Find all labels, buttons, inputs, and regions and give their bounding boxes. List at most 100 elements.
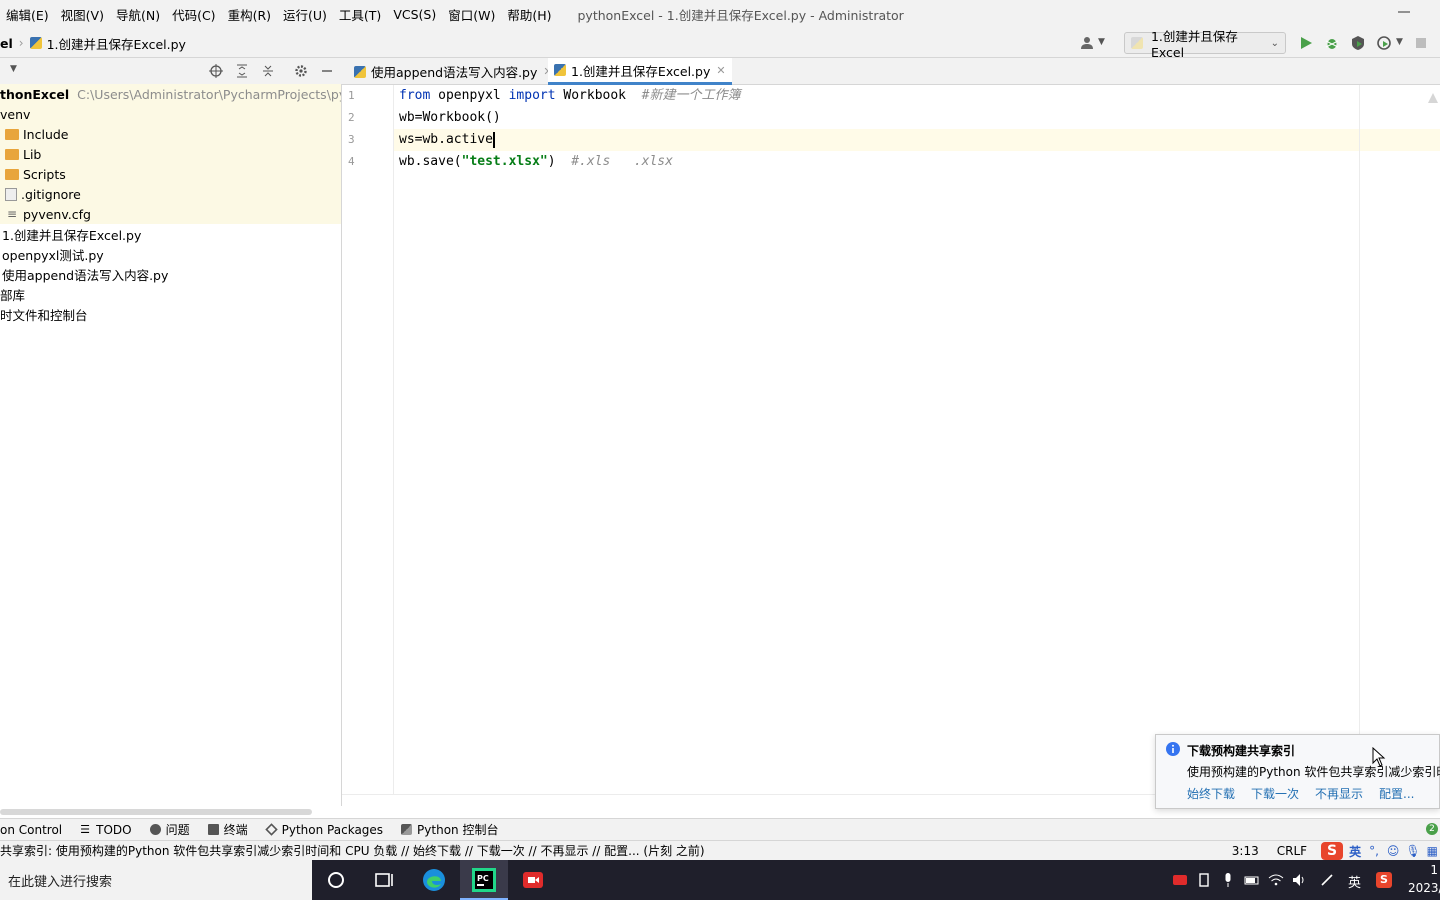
menu-edit[interactable]: 编辑(E): [0, 5, 55, 24]
hide-panel-icon[interactable]: [320, 64, 334, 78]
code-text: wb.save(: [399, 154, 462, 169]
tree-item-scripts[interactable]: Scripts: [0, 164, 341, 184]
run-configuration-label: 1.创建并且保存Excel: [1150, 29, 1238, 60]
warning-icon[interactable]: [1428, 93, 1438, 103]
run-configuration-select[interactable]: 1.创建并且保存Excel ⌄: [1124, 29, 1286, 60]
download-once-link[interactable]: 下载一次: [1251, 785, 1299, 802]
line-separator[interactable]: CRLF: [1277, 844, 1307, 858]
tool-todo[interactable]: ☰ TODO: [80, 823, 131, 837]
status-message[interactable]: 共享索引: 使用预构建的Python 软件包共享索引减少索引时间和 CPU 负载…: [0, 842, 705, 859]
recorder-tray-icon[interactable]: [1172, 872, 1188, 888]
run-icon[interactable]: [1298, 35, 1314, 51]
tool-problems[interactable]: 问题: [149, 821, 190, 838]
expand-all-icon[interactable]: [235, 64, 249, 78]
menu-help[interactable]: 帮助(H): [501, 5, 557, 24]
task-view-icon[interactable]: [372, 868, 396, 892]
tree-item-pyvenv[interactable]: ≡ pyvenv.cfg: [0, 204, 341, 224]
tree-item-external-libraries[interactable]: 部库: [0, 284, 25, 304]
profile-icon[interactable]: [1376, 35, 1392, 51]
cortana-icon[interactable]: [324, 868, 348, 892]
tab-create-excel-file[interactable]: 1.创建并且保存Excel.py ✕: [548, 58, 732, 85]
breadcrumb-project[interactable]: el: [0, 36, 13, 51]
close-icon[interactable]: ✕: [716, 64, 725, 77]
menu-vcs[interactable]: VCS(S): [387, 7, 442, 22]
tab-label: 使用append语法写入内容.py: [371, 65, 538, 80]
pen-icon[interactable]: [1319, 872, 1335, 888]
code-comment: #.xls .xlsx: [571, 154, 673, 169]
code-text: ws=wb.active: [399, 132, 493, 147]
notification-balloon: 下载预构建共享索引 使用预构建的Python 软件包共享索引减少索引时间 始终下…: [1155, 734, 1440, 809]
scrollbar-thumb[interactable]: [0, 809, 312, 815]
python-file-icon: [29, 37, 42, 49]
pycharm-icon[interactable]: PC: [472, 868, 496, 892]
taskbar-ime-language[interactable]: 英: [1348, 872, 1361, 891]
minimize-icon[interactable]: [1398, 6, 1410, 18]
tree-item-gitignore[interactable]: .gitignore: [0, 184, 341, 204]
ime-toolbox-icon[interactable]: ▦: [1427, 844, 1438, 858]
tree-item-file[interactable]: 使用append语法写入内容.py: [0, 264, 168, 284]
tab-append-file[interactable]: 使用append语法写入内容.py ✕: [348, 58, 559, 85]
wifi-icon[interactable]: [1268, 872, 1284, 888]
tool-version-control[interactable]: on Control: [0, 823, 62, 837]
battery-icon[interactable]: [1244, 872, 1260, 888]
chevron-down-icon[interactable]: ▼: [10, 64, 17, 74]
locate-icon[interactable]: [209, 64, 223, 78]
tree-item-lib[interactable]: Lib: [0, 144, 341, 164]
folder-icon: [5, 168, 19, 180]
always-download-link[interactable]: 始终下载: [1187, 785, 1235, 802]
menu-window[interactable]: 窗口(W): [442, 5, 501, 24]
ime-emoji-icon[interactable]: ☺: [1387, 844, 1400, 858]
config-file-icon: ≡: [6, 207, 18, 221]
microphone-icon[interactable]: [1220, 872, 1236, 888]
menu-refactor[interactable]: 重构(R): [222, 5, 277, 24]
user-icon[interactable]: [1080, 35, 1096, 51]
tree-root[interactable]: thonExcel C:\Users\Administrator\Pycharm…: [0, 84, 341, 104]
taskbar-search-box[interactable]: 在此键入进行搜索: [0, 860, 312, 900]
tool-python-packages[interactable]: Python Packages: [264, 823, 383, 837]
caret-position[interactable]: 3:13: [1232, 844, 1259, 858]
tree-item-label: 部库: [0, 287, 26, 303]
project-horizontal-scrollbar[interactable]: [0, 806, 342, 818]
tool-label: 终端: [223, 823, 248, 837]
python-file-icon: [354, 65, 366, 78]
configure-link[interactable]: 配置...: [1379, 785, 1414, 802]
line-number: 4: [348, 155, 355, 168]
gear-icon[interactable]: [294, 64, 308, 78]
tree-item-scratches[interactable]: 时文件和控制台: [0, 304, 88, 324]
ime-language[interactable]: 英: [1349, 843, 1361, 860]
tree-item-file[interactable]: 1.创建并且保存Excel.py: [0, 224, 141, 244]
taskbar-date[interactable]: 2023/: [1408, 881, 1440, 895]
ime-punctuation-icon[interactable]: °,: [1369, 844, 1379, 858]
edge-browser-icon[interactable]: [422, 868, 446, 892]
mouse-cursor-icon: [1372, 747, 1386, 767]
sogou-ime-icon[interactable]: S: [1321, 842, 1344, 860]
list-icon: ☰: [80, 823, 91, 836]
code-editor[interactable]: from openpyxl import Workbook #新建一个工作簿 w…: [394, 85, 1440, 794]
event-log-badge[interactable]: 2: [1426, 823, 1438, 835]
ime-voice-icon[interactable]: 🎙: [1405, 844, 1420, 858]
project-panel-header: ▼: [0, 58, 342, 84]
dont-show-again-link[interactable]: 不再显示: [1315, 785, 1363, 802]
menu-tools[interactable]: 工具(T): [333, 5, 387, 24]
breadcrumb-file[interactable]: 1.创建并且保存Excel.py: [47, 34, 186, 53]
tree-item-venv[interactable]: venv: [0, 104, 341, 124]
menu-view[interactable]: 视图(V): [55, 5, 110, 24]
tree-item-file[interactable]: openpyxl测试.py: [0, 244, 104, 264]
line-number: 1: [348, 89, 355, 102]
debug-icon[interactable]: [1324, 35, 1340, 51]
usb-icon[interactable]: [1196, 872, 1212, 888]
taskbar-time[interactable]: 1: [1430, 863, 1438, 877]
screen-recorder-icon[interactable]: [521, 868, 545, 892]
stop-icon[interactable]: [1413, 35, 1429, 51]
collapse-all-icon[interactable]: [261, 64, 275, 78]
menu-code[interactable]: 代码(C): [166, 5, 221, 24]
tool-terminal[interactable]: 终端: [207, 821, 248, 838]
tool-python-console[interactable]: Python 控制台: [401, 821, 498, 838]
coverage-icon[interactable]: [1350, 35, 1366, 51]
sogou-tray-icon[interactable]: S: [1376, 872, 1392, 888]
menu-navigate[interactable]: 导航(N): [110, 5, 166, 24]
volume-icon[interactable]: [1291, 872, 1307, 888]
code-comment: #新建一个工作簿: [641, 88, 741, 103]
menu-run[interactable]: 运行(U): [277, 5, 333, 24]
tree-item-include[interactable]: Include: [0, 124, 341, 144]
